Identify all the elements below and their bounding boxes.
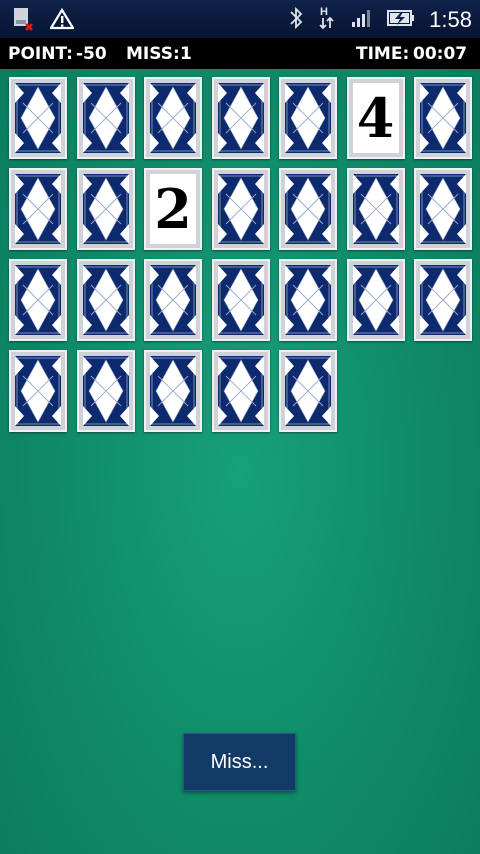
- card-back[interactable]: [414, 259, 472, 341]
- card-back-pattern: [82, 83, 129, 153]
- bluetooth-icon: [289, 6, 303, 34]
- sd-card-error-icon: [10, 6, 36, 36]
- time-value: 00:07: [413, 44, 468, 64]
- card-back-pattern: [150, 356, 196, 426]
- miss-label: MISS:: [126, 44, 180, 64]
- card-back[interactable]: [76, 168, 135, 250]
- card-value: 2: [150, 174, 196, 244]
- card-back[interactable]: [211, 168, 270, 250]
- card-back[interactable]: [9, 350, 67, 432]
- card-back-pattern: [15, 83, 61, 153]
- miss-toast: Miss...: [183, 733, 296, 791]
- signal-icon: [351, 8, 373, 32]
- card-back[interactable]: [144, 350, 202, 432]
- card-back-pattern: [15, 265, 61, 335]
- card-back[interactable]: [279, 259, 337, 341]
- card-back-pattern: [420, 174, 466, 244]
- card-back-pattern: [285, 83, 331, 153]
- card-face-up[interactable]: 2: [144, 168, 202, 250]
- miss-value: 1: [180, 44, 192, 64]
- card-back-pattern: [150, 265, 196, 335]
- card-back-pattern: [15, 174, 61, 244]
- card-back[interactable]: [76, 77, 135, 159]
- card-back-pattern: [217, 356, 264, 426]
- card-back-pattern: [217, 265, 264, 335]
- status-bar-time: 1:58: [429, 7, 472, 32]
- card-back-pattern: [420, 265, 466, 335]
- card-back[interactable]: [279, 77, 337, 159]
- card-back[interactable]: [211, 259, 270, 341]
- card-back-pattern: [82, 174, 129, 244]
- card-face-up[interactable]: 4: [346, 77, 405, 159]
- card-back-pattern: [352, 265, 399, 335]
- card-back[interactable]: [9, 77, 67, 159]
- card-back[interactable]: [144, 259, 202, 341]
- card-back[interactable]: [144, 77, 202, 159]
- time-label: TIME:: [356, 44, 410, 64]
- point-label: POINT:: [8, 44, 73, 64]
- card-back-pattern: [217, 83, 264, 153]
- status-bar-left: [10, 6, 75, 36]
- card-back-pattern: [285, 174, 331, 244]
- point-value: -50: [76, 44, 107, 64]
- toast-text: Miss...: [210, 750, 269, 773]
- card-back[interactable]: [346, 259, 405, 341]
- status-bar-right: H 1:58: [289, 4, 472, 36]
- card-back-pattern: [82, 265, 129, 335]
- card-back[interactable]: [414, 168, 472, 250]
- card-back[interactable]: [414, 77, 472, 159]
- card-back[interactable]: [9, 168, 67, 250]
- hspa-data-icon: H: [317, 4, 337, 36]
- card-back[interactable]: [76, 259, 135, 341]
- card-back[interactable]: [211, 350, 270, 432]
- card-back-pattern: [217, 174, 264, 244]
- score-bar: POINT: -50 MISS: 1 TIME: 00:07: [0, 38, 480, 69]
- card-back[interactable]: [211, 77, 270, 159]
- card-back-pattern: [352, 174, 399, 244]
- battery-charging-icon: [387, 8, 415, 32]
- status-bar: H 1:58: [0, 0, 480, 38]
- card-back-pattern: [150, 83, 196, 153]
- warning-icon: [49, 7, 75, 34]
- card-back[interactable]: [9, 259, 67, 341]
- card-back[interactable]: [279, 350, 337, 432]
- card-back-pattern: [82, 356, 129, 426]
- card-back-pattern: [285, 265, 331, 335]
- card-value: 4: [352, 83, 399, 153]
- card-back-pattern: [420, 83, 466, 153]
- svg-text:H: H: [320, 6, 328, 18]
- card-back-pattern: [285, 356, 331, 426]
- card-back[interactable]: [76, 350, 135, 432]
- card-back-pattern: [15, 356, 61, 426]
- card-back[interactable]: [279, 168, 337, 250]
- card-back[interactable]: [346, 168, 405, 250]
